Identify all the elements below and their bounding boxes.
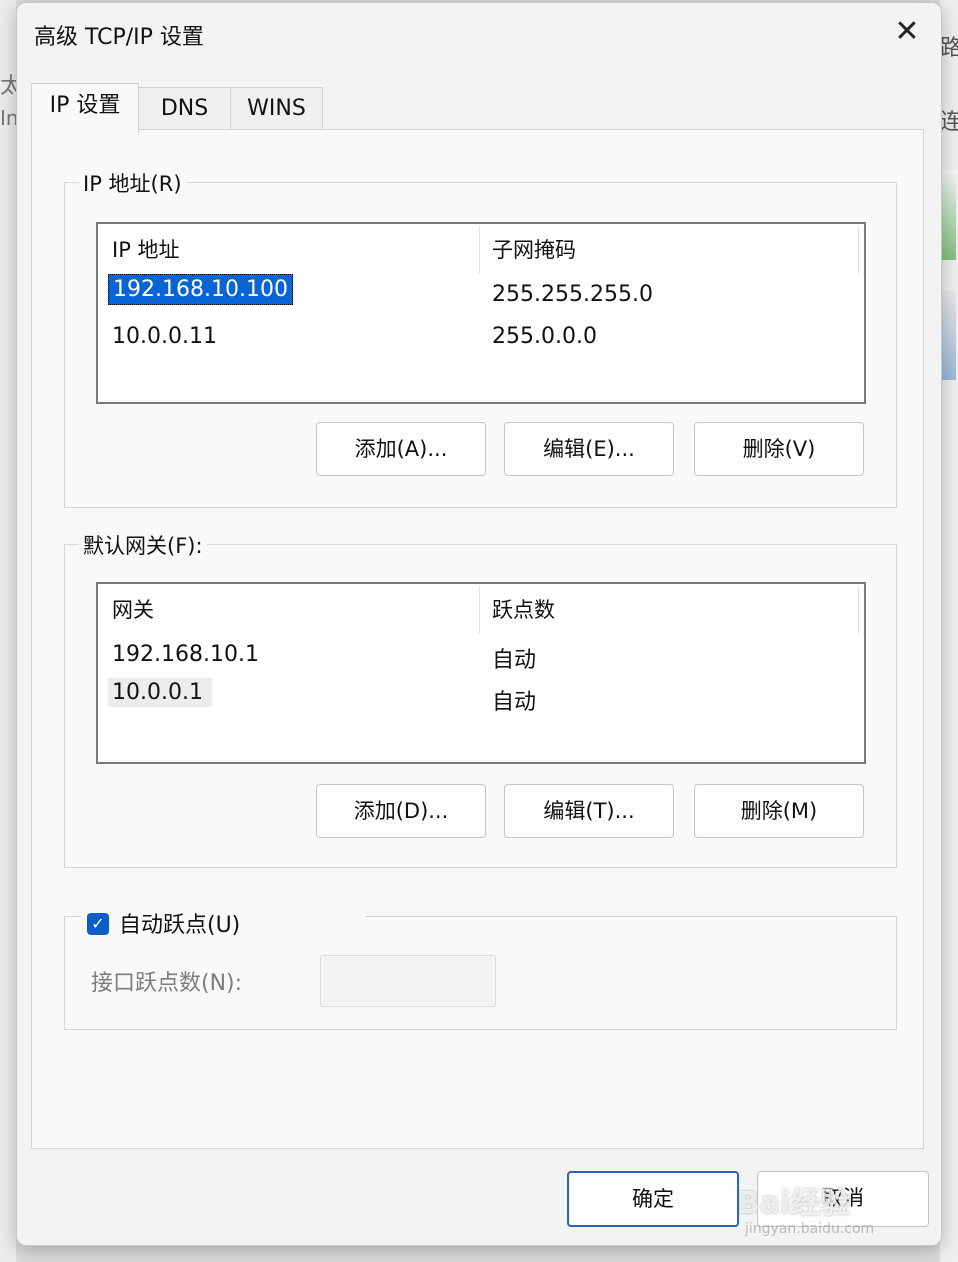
tab-wins[interactable]: WINS xyxy=(230,87,323,131)
tab-ip-settings[interactable]: IP 设置 xyxy=(31,83,139,133)
delete-ip-button[interactable]: 删除(V) xyxy=(694,422,864,476)
background-window-left: 太 In xyxy=(0,0,22,1262)
title-bar: 高级 TCP/IP 设置 ✕ xyxy=(17,3,941,65)
ip-row-mask[interactable]: 255.255.255.0 xyxy=(492,282,653,307)
dialog-title: 高级 TCP/IP 设置 xyxy=(34,25,204,50)
gateway-row-metric[interactable]: 自动 xyxy=(492,642,536,674)
background-icon xyxy=(942,170,956,260)
auto-metric-checkbox[interactable]: ✓ xyxy=(87,913,109,935)
auto-metric-label[interactable]: 自动跃点(U) xyxy=(119,907,240,939)
edit-gateway-button[interactable]: 编辑(T)... xyxy=(504,784,674,838)
watermark-url: jingyan.baidu.com xyxy=(745,1221,875,1237)
column-header-metric[interactable]: 跃点数 xyxy=(492,594,555,624)
column-divider xyxy=(858,226,859,274)
watermark-logo: Bai经验 xyxy=(737,1186,851,1221)
ip-row-mask[interactable]: 255.0.0.0 xyxy=(492,324,597,349)
gateway-list[interactable]: 网关 跃点数 192.168.10.1 自动 10.0.0.1 自动 xyxy=(96,582,866,764)
edit-ip-button[interactable]: 编辑(E)... xyxy=(504,422,674,476)
gateway-group-label: 默认网关(F): xyxy=(79,530,207,560)
delete-gateway-button[interactable]: 删除(M) xyxy=(694,784,864,838)
interface-metric-label: 接口跃点数(N): xyxy=(91,971,243,996)
ip-row-address[interactable]: 192.168.10.100 xyxy=(108,274,293,305)
advanced-tcpip-dialog: 高级 TCP/IP 设置 ✕ IP 设置 DNS WINS IP 地址(R) I… xyxy=(16,2,942,1246)
ip-settings-panel: IP 地址(R) IP 地址 子网掩码 192.168.10.100 255.2… xyxy=(31,129,924,1149)
gateway-row-address[interactable]: 192.168.10.1 xyxy=(112,642,259,667)
gateway-row-metric[interactable]: 自动 xyxy=(492,684,536,716)
default-gateway-group: 默认网关(F): 网关 跃点数 192.168.10.1 自动 10.0.0.1… xyxy=(64,530,897,868)
column-divider[interactable] xyxy=(479,586,480,634)
tab-dns[interactable]: DNS xyxy=(138,87,231,131)
close-icon[interactable]: ✕ xyxy=(893,15,921,49)
background-icon xyxy=(942,290,956,380)
ip-address-list[interactable]: IP 地址 子网掩码 192.168.10.100 255.255.255.0 … xyxy=(96,222,866,404)
ip-address-group-label: IP 地址(R) xyxy=(79,168,186,198)
interface-metric-input[interactable] xyxy=(320,955,496,1007)
ok-button[interactable]: 确定 xyxy=(567,1171,739,1227)
column-header-gateway[interactable]: 网关 xyxy=(112,594,154,624)
metric-group: ✓ 自动跃点(U) 接口跃点数(N): xyxy=(64,899,897,1030)
background-text: 连 xyxy=(940,110,958,135)
column-divider[interactable] xyxy=(479,226,480,274)
column-header-ip[interactable]: IP 地址 xyxy=(112,234,180,264)
ip-row-address[interactable]: 10.0.0.11 xyxy=(112,324,217,349)
column-header-subnet[interactable]: 子网掩码 xyxy=(492,234,576,264)
ip-address-group: IP 地址(R) IP 地址 子网掩码 192.168.10.100 255.2… xyxy=(64,168,897,508)
background-text: 路 xyxy=(940,36,958,61)
column-divider xyxy=(858,586,859,634)
gateway-row-address[interactable]: 10.0.0.1 xyxy=(108,678,212,707)
background-window-right: 路 连 xyxy=(940,0,958,1262)
add-ip-button[interactable]: 添加(A)... xyxy=(316,422,486,476)
add-gateway-button[interactable]: 添加(D)... xyxy=(316,784,486,838)
